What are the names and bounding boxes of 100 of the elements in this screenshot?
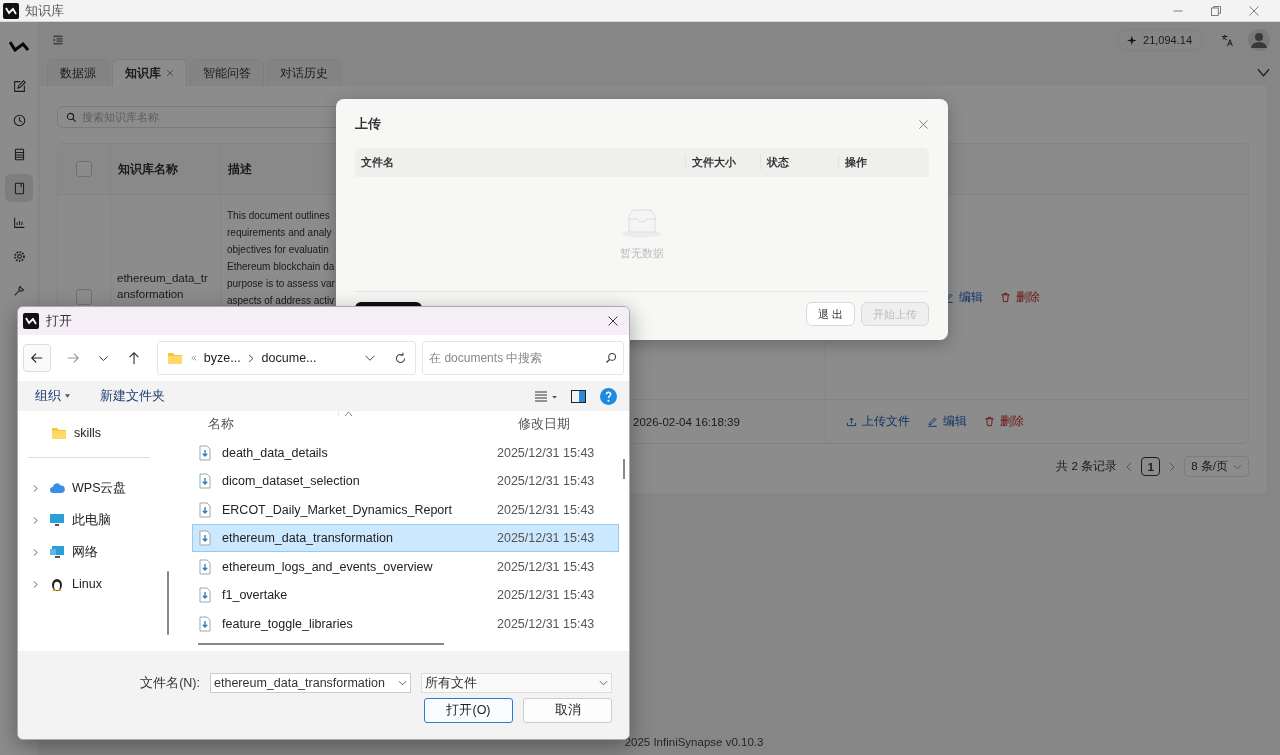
record-count: 共 2 条记录	[1056, 459, 1118, 474]
checkbox[interactable]	[76, 161, 92, 177]
file-icon	[199, 587, 211, 604]
back-button[interactable]	[23, 344, 51, 372]
column-header: 操作	[838, 155, 929, 170]
wrench-icon	[12, 283, 26, 297]
close-button[interactable]	[607, 315, 619, 327]
filename-field[interactable]: ethereum_data_transformation	[210, 673, 411, 693]
cancel-button[interactable]: 取消	[523, 698, 612, 723]
file-row[interactable]: ethereum_logs_and_events_overview 2025/12/31 15:43	[192, 552, 619, 581]
file-row[interactable]: ethereum_data_transformation 2025/12/31 15:43	[192, 523, 619, 553]
file-row[interactable]: death_data_details 2025/12/31 15:43	[192, 438, 619, 467]
translate-icon	[1221, 33, 1234, 47]
app-logo-icon	[23, 313, 39, 329]
delete-link[interactable]: 删除	[984, 414, 1024, 429]
page-size-select[interactable]: 8 条/页	[1184, 456, 1249, 477]
description-line: requirements and analy	[227, 226, 332, 240]
new-folder-button[interactable]: 新建文件夹	[100, 387, 165, 405]
monitor-icon	[48, 512, 66, 528]
filename-label: 文件名(N):	[140, 674, 200, 692]
menu-icon	[52, 34, 64, 46]
breadcrumb-item[interactable]: byze...	[203, 351, 241, 365]
gear-icon	[12, 249, 26, 263]
edit-icon	[12, 79, 26, 93]
description-line: aspects of address activ	[227, 294, 335, 308]
file-icon	[199, 473, 211, 490]
nav-item[interactable]: WPS云盘	[18, 472, 158, 504]
scrollbar-thumb[interactable]	[198, 643, 444, 646]
window-title: 知识库	[25, 1, 64, 20]
page-button[interactable]: 1	[1141, 457, 1161, 476]
refresh-icon	[394, 351, 408, 365]
column-header[interactable]: 名称	[208, 416, 518, 434]
footer-text: 2025 InfiniSynapse v0.10.3	[624, 735, 764, 748]
open-button[interactable]: 打开(O)	[424, 698, 513, 723]
file-icon	[199, 530, 211, 547]
column-header: 文件名	[360, 155, 395, 170]
nav-item[interactable]: 网络	[18, 536, 158, 568]
maximize-icon	[1210, 4, 1222, 17]
empty-inbox-icon	[620, 207, 664, 238]
next-page-icon	[1168, 461, 1177, 472]
nav-item[interactable]: Linux	[18, 568, 158, 600]
help-icon	[600, 387, 617, 405]
tab[interactable]: 数据源	[47, 59, 109, 86]
upload-icon	[846, 416, 857, 427]
close-icon	[918, 118, 929, 130]
file-row[interactable]: ERCOT_Daily_Market_Dynamics_Report 2025/12/31 15:43	[192, 495, 619, 524]
search-icon	[605, 352, 617, 364]
table-cell-text: ethereum_data_transformation	[117, 271, 209, 302]
arrow-up-icon	[126, 351, 141, 365]
sidebar-item[interactable]	[5, 174, 33, 202]
dialog-title: 打开	[46, 312, 72, 330]
list-icon	[12, 147, 26, 161]
trash-icon	[1000, 291, 1011, 303]
caret-icon	[398, 680, 407, 686]
file-row[interactable]: feature_toggle_libraries 2025/12/31 15:43	[192, 609, 619, 638]
file-icon	[199, 444, 211, 461]
search-field[interactable]: 在 documents 中搜索	[422, 341, 624, 375]
column-header[interactable]: 修改日期	[518, 416, 629, 434]
scrollbar-thumb[interactable]	[167, 571, 169, 635]
tab[interactable]: 知识库	[112, 59, 187, 86]
tab[interactable]: 对话历史	[267, 59, 341, 86]
tab[interactable]: 智能问答	[190, 59, 264, 86]
file-type-select[interactable]: 所有文件	[421, 673, 612, 693]
column-header: 描述	[228, 160, 252, 178]
exit-button[interactable]: 退 出	[805, 302, 855, 326]
nav-item[interactable]: skills	[18, 417, 158, 449]
close-icon	[607, 315, 619, 327]
file-row[interactable]: f1_overtake 2025/12/31 15:43	[192, 580, 619, 610]
arrow-right-icon	[65, 351, 80, 365]
edit-link[interactable]: 编辑	[927, 414, 967, 429]
delete-link[interactable]: 删除	[1000, 289, 1040, 305]
double-chevron-icon	[190, 355, 197, 361]
preview-pane-icon	[571, 389, 586, 403]
sparkle-icon	[1127, 34, 1139, 46]
organize-menu[interactable]: 组织	[35, 387, 70, 405]
description-line: This document outlines	[227, 209, 330, 223]
pencil-icon	[927, 416, 938, 427]
trash-icon	[984, 416, 995, 427]
checkbox[interactable]	[76, 289, 92, 305]
chevron-right-icon	[247, 353, 255, 363]
caret-icon	[65, 394, 70, 398]
arrow-left-icon	[29, 351, 44, 365]
view-menu-icon	[535, 390, 557, 402]
expand-chevron-icon	[33, 515, 39, 525]
dialog-title: 上传	[355, 115, 381, 133]
scrollbar-thumb[interactable]	[623, 459, 625, 479]
expand-chevron-icon	[33, 579, 39, 589]
file-row[interactable]: dicom_dataset_selection 2025/12/31 15:43	[192, 466, 619, 496]
network-icon	[48, 544, 66, 560]
expand-chevron-icon	[33, 483, 39, 493]
caret-icon	[1233, 463, 1242, 470]
nav-item[interactable]: 此电脑	[18, 504, 158, 536]
search-icon	[66, 111, 77, 123]
column-header: 状态	[760, 155, 838, 170]
file-icon	[199, 558, 211, 575]
chart-icon	[12, 215, 26, 229]
upload-link[interactable]: 上传文件	[846, 414, 910, 429]
address-bar[interactable]: byze... docume...	[156, 341, 417, 375]
sort-caret-icon	[344, 411, 353, 417]
breadcrumb-item[interactable]: docume...	[261, 351, 317, 365]
